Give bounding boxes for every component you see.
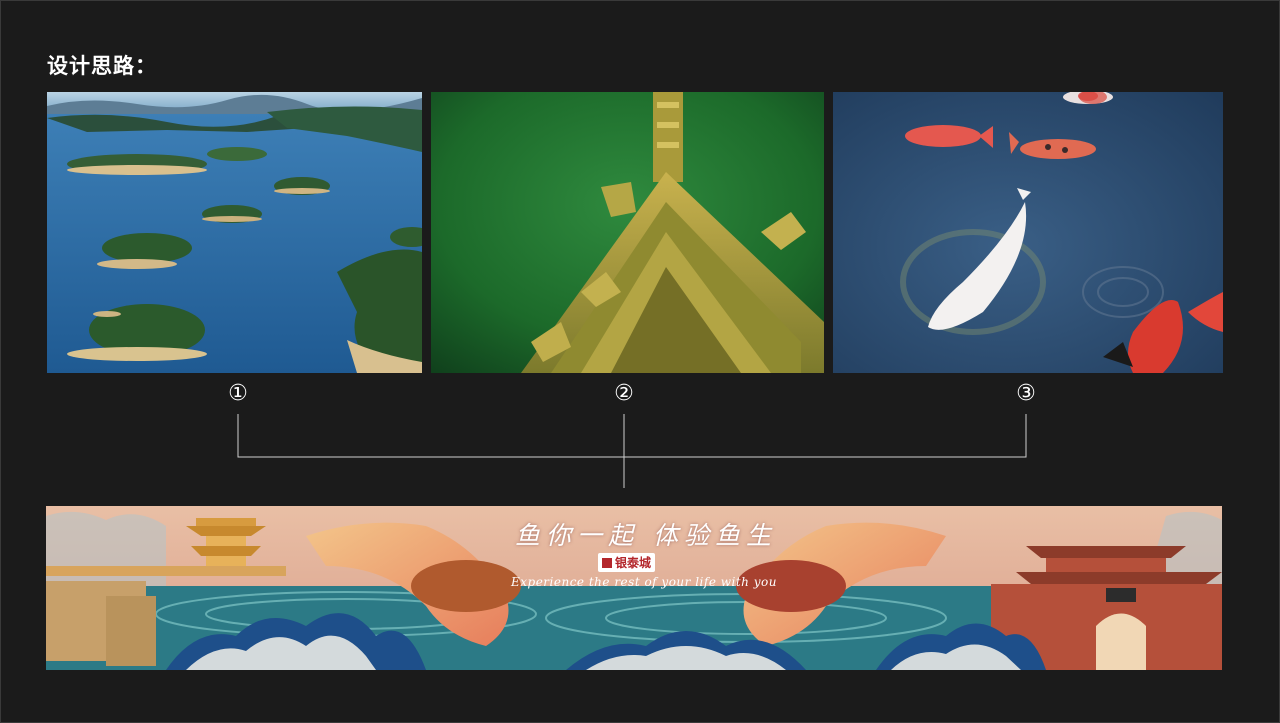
koi-pond-photo (833, 92, 1223, 373)
brand-logo: 银泰城 (598, 553, 656, 572)
lake-islands-photo (47, 92, 422, 373)
underwater-ruins-photo (431, 92, 824, 373)
page-title: 设计思路： (47, 54, 157, 78)
step-marker-1: ① (228, 381, 248, 406)
banner-slogan: Experience the rest of your life with yo… (511, 575, 777, 589)
brand-name: 银泰城 (615, 556, 652, 570)
banner-headline: 鱼你一起 体验鱼生 (515, 521, 777, 550)
step-marker-3: ③ (1016, 381, 1036, 406)
brand-mark-icon (602, 558, 612, 568)
illustrated-banner: 鱼你一起 体验鱼生 银泰城 Experience the rest of you… (46, 506, 1222, 670)
step-marker-2: ② (614, 381, 634, 406)
